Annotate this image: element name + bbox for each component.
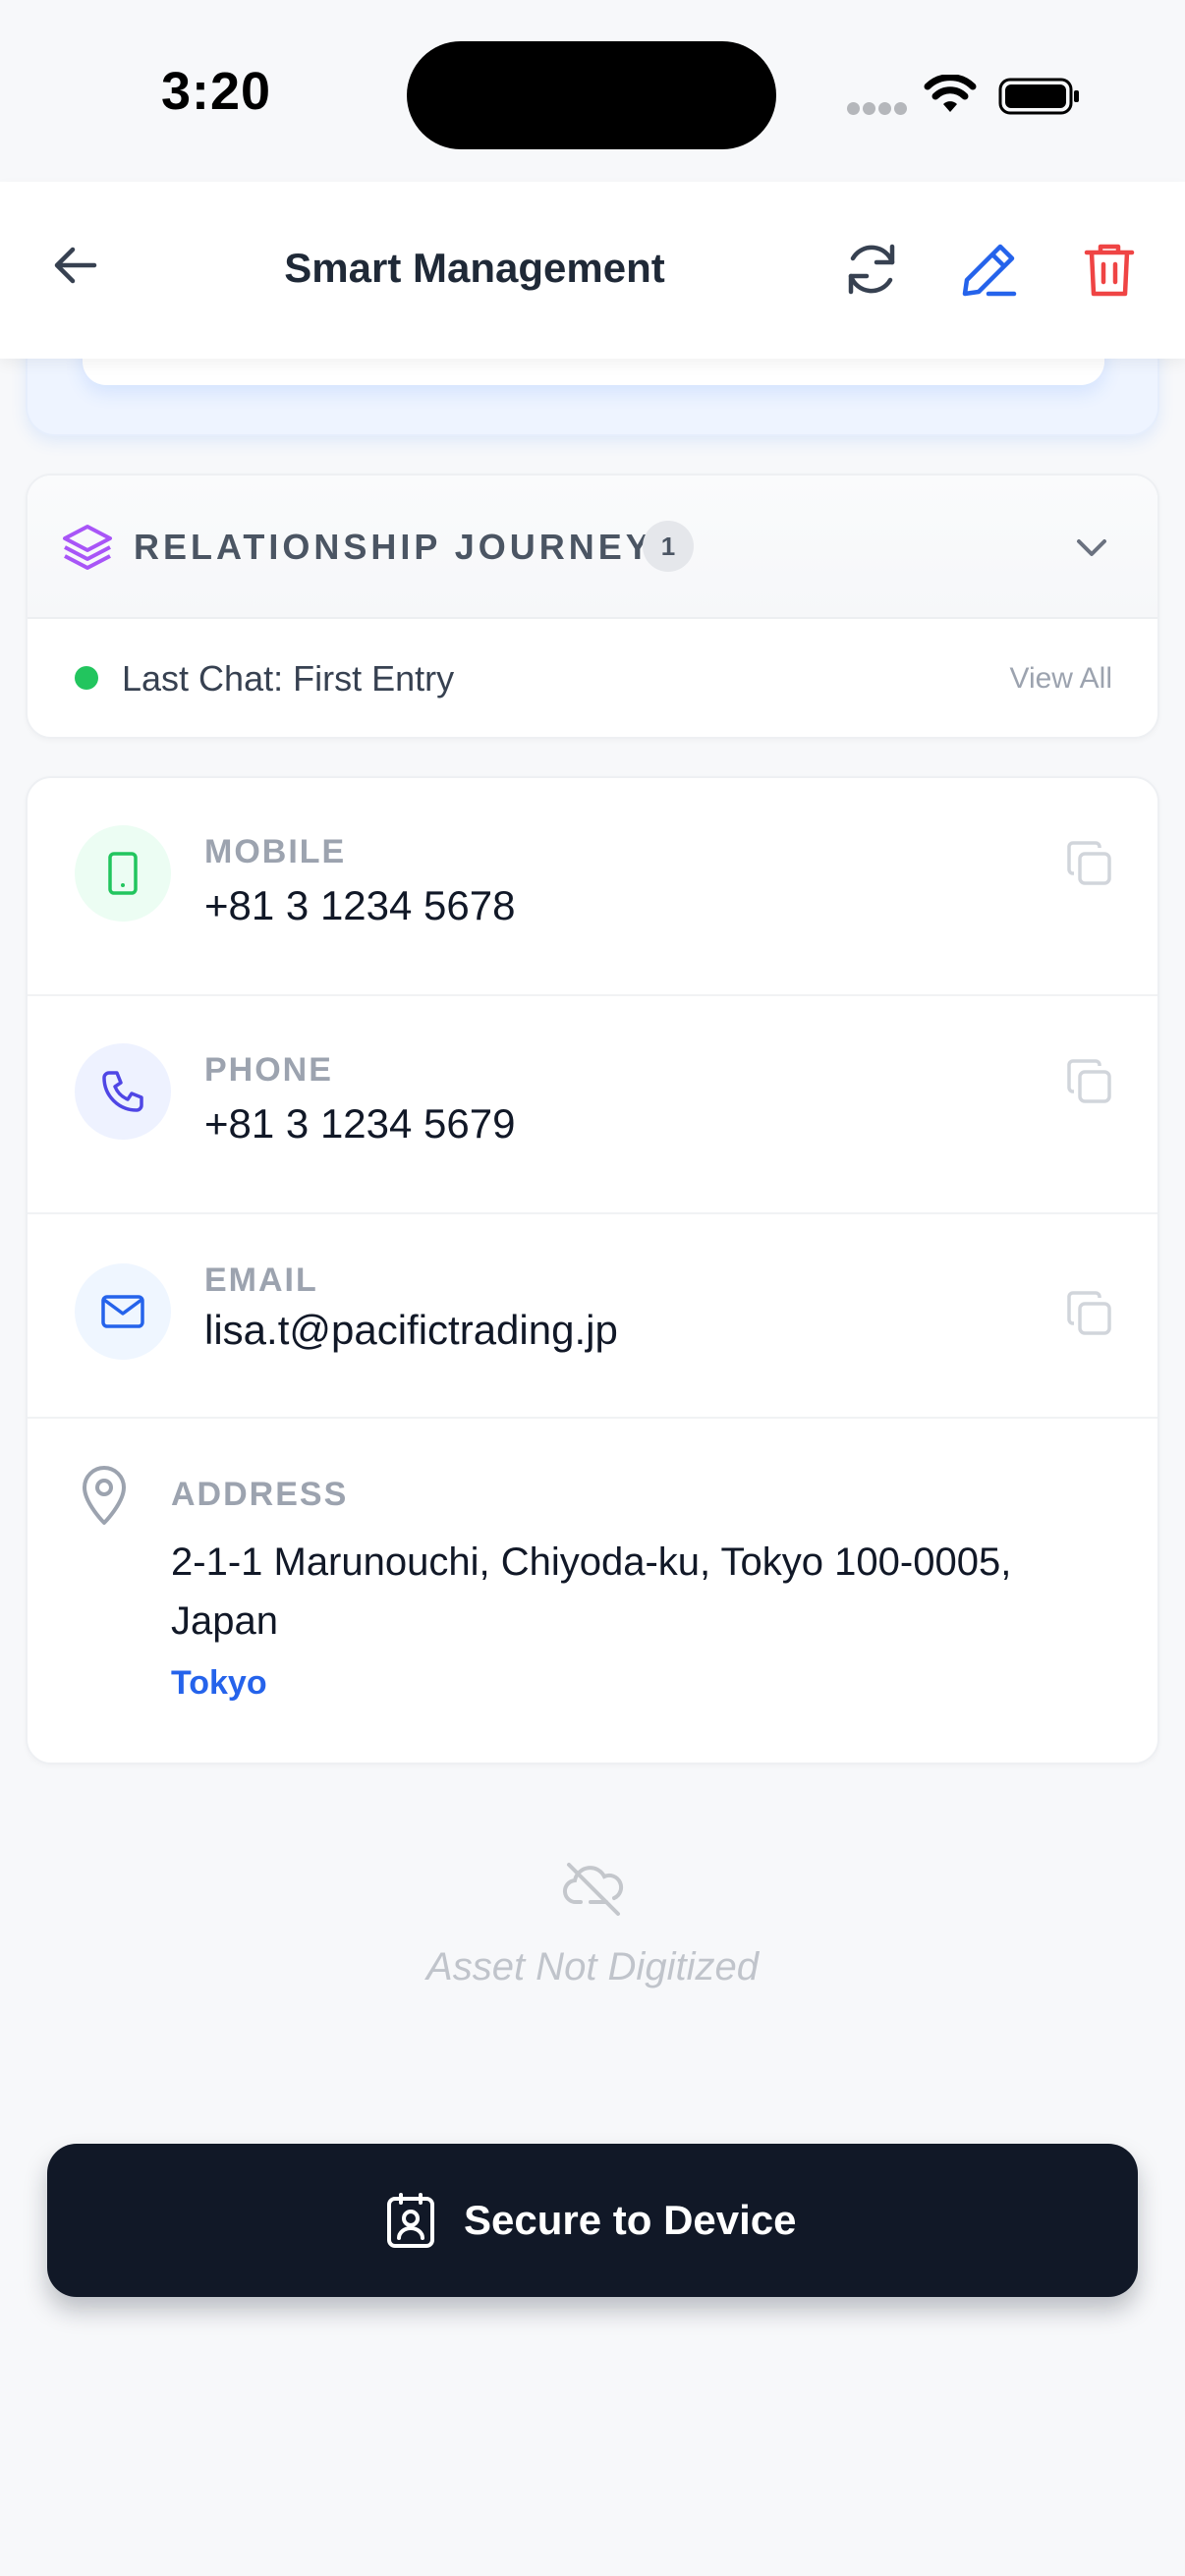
email-label: EMAIL — [204, 1261, 318, 1299]
dynamic-island — [407, 41, 776, 149]
mobile-label: MOBILE — [204, 833, 347, 870]
copy-icon[interactable] — [1065, 839, 1114, 888]
page-title: Smart Management — [284, 245, 665, 291]
email-icon-wrap — [75, 1263, 171, 1360]
secure-to-device-label: Secure to Device — [464, 2197, 797, 2243]
copy-icon[interactable] — [1065, 1289, 1114, 1338]
trash-icon[interactable] — [1079, 239, 1140, 300]
phone-row: PHONE +81 3 1234 5679 — [28, 996, 1157, 1214]
view-all-link[interactable]: View All — [1009, 662, 1112, 696]
relationship-journey-header[interactable]: RELATIONSHIP JOURNEY 1 — [28, 476, 1157, 619]
edit-pencil-icon[interactable] — [959, 239, 1020, 300]
layers-icon — [63, 525, 112, 570]
journey-count-badge: 1 — [643, 521, 694, 572]
contact-badge-icon — [387, 2193, 434, 2248]
secure-to-device-button[interactable]: Secure to Device — [47, 2144, 1138, 2297]
app-header: Smart Management — [0, 182, 1185, 359]
status-bar: 3:20 — [0, 0, 1185, 182]
refresh-icon[interactable] — [841, 239, 902, 300]
battery-icon — [998, 78, 1079, 115]
copy-icon[interactable] — [1065, 1057, 1114, 1106]
phone-label: PHONE — [204, 1051, 333, 1089]
map-pin-icon — [83, 1466, 126, 1525]
mail-icon — [101, 1295, 144, 1328]
phone-value[interactable]: +81 3 1234 5679 — [204, 1100, 515, 1148]
cellular-signal-icon — [847, 102, 908, 116]
phone-icon-wrap — [75, 1043, 171, 1140]
cloud-off-icon — [562, 1863, 624, 1916]
mobile-row: MOBILE +81 3 1234 5678 — [28, 778, 1157, 996]
contact-info-card: MOBILE +81 3 1234 5678 PHONE +81 3 1234 … — [26, 776, 1159, 1764]
wifi-icon — [924, 75, 977, 112]
journey-title: RELATIONSHIP JOURNEY — [134, 527, 653, 567]
asset-status-text: Asset Not Digitized — [426, 1945, 759, 1988]
email-value[interactable]: lisa.t@pacifictrading.jp — [204, 1307, 618, 1354]
status-dot — [75, 666, 98, 690]
chevron-down-icon[interactable] — [1069, 525, 1114, 570]
mobile-value[interactable]: +81 3 1234 5678 — [204, 882, 515, 929]
status-time: 3:20 — [160, 62, 272, 121]
last-chat-text: Last Chat: First Entry — [122, 658, 455, 699]
smartphone-icon — [108, 852, 138, 895]
address-city-link[interactable]: Tokyo — [171, 1664, 267, 1703]
address-value[interactable]: 2-1-1 Marunouchi, Chiyoda-ku, Tokyo 100-… — [171, 1533, 1055, 1651]
email-row: EMAIL lisa.t@pacifictrading.jp — [28, 1214, 1157, 1419]
relationship-journey-card: RELATIONSHIP JOURNEY 1 Last Chat: First … — [26, 474, 1159, 739]
phone-icon — [102, 1071, 143, 1112]
mobile-icon-wrap — [75, 825, 171, 922]
back-arrow-icon[interactable] — [49, 238, 104, 293]
address-label: ADDRESS — [171, 1476, 349, 1513]
